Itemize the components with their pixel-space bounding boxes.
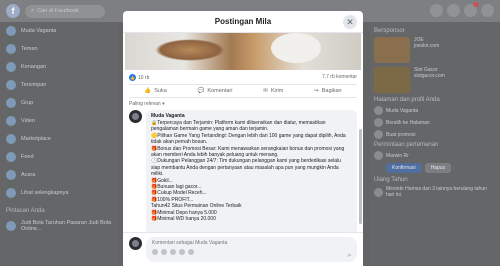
composer-icons xyxy=(152,249,351,255)
comment-bubble: Muda Vaganta 🔒Terpercaya dan Terjamin: P… xyxy=(146,110,357,251)
marketplace-icon xyxy=(6,134,16,144)
comment-line: 🎁Minimal WD hanya 20.000 xyxy=(151,216,216,223)
search-placeholder: Cari di Facebook xyxy=(37,8,79,14)
search-bar[interactable]: ⌕ Cari di Facebook xyxy=(25,4,105,18)
share-icon: ↪ xyxy=(314,88,319,94)
groups-icon xyxy=(6,98,16,108)
menu-grid-icon[interactable] xyxy=(430,4,443,17)
modal-scrollbar[interactable] xyxy=(359,129,362,224)
send-comment-icon[interactable]: ➤ xyxy=(347,252,352,259)
sidebar-item-events[interactable]: Acara xyxy=(0,166,118,184)
comment-input-box[interactable] xyxy=(146,237,357,262)
avatar[interactable] xyxy=(374,151,383,160)
video-icon xyxy=(6,116,16,126)
sidebar-item-memories[interactable]: Kenangan xyxy=(0,58,118,76)
thumbs-up-icon: 👍 xyxy=(144,88,152,94)
messenger-icon[interactable] xyxy=(447,4,460,17)
promote-link[interactable]: Buat promosi xyxy=(374,130,496,139)
shortcut-item[interactable]: Judi Bola Taruhan Pasaran Judi Bola Onli… xyxy=(0,217,118,235)
comments-count[interactable]: 7,7 rb komentar xyxy=(322,74,357,80)
sidebar-item-profile[interactable]: Muda Vaganta xyxy=(0,22,118,40)
left-sidebar: Muda Vaganta Teman Kenangan Tersimpan Gr… xyxy=(0,22,118,266)
messenger-icon: ✉ xyxy=(263,88,268,94)
birthday-item[interactable]: Mesride Hamsa dan 3 lainnya berulang tah… xyxy=(374,186,496,198)
comment-sort-dropdown[interactable]: Paling relevan ▾ xyxy=(123,98,363,110)
birthday-heading: Ulang Tahun xyxy=(374,177,408,183)
post-image[interactable] xyxy=(125,33,361,70)
search-icon: ⌕ xyxy=(31,7,35,14)
post-stats: 👍 10 rb 7,7 rb komentar xyxy=(123,70,363,84)
delete-button[interactable]: Hapus xyxy=(424,163,452,173)
gif-icon[interactable] xyxy=(179,249,185,255)
switch-page-link[interactable]: Beralih ke Halaman xyxy=(374,118,496,127)
sidebar-item-friends[interactable]: Teman xyxy=(0,40,118,58)
share-button[interactable]: ↪ Bagikan xyxy=(314,88,342,94)
ad-thumbnail xyxy=(374,67,410,93)
friend-request: Marwin Rr xyxy=(374,151,496,160)
comment-line: 🕐Dukungan Pelanggan 24/7: Tim dukungan p… xyxy=(151,158,341,165)
confirm-button[interactable]: Konfirmasi xyxy=(386,163,422,173)
right-sidebar: Bersponsor JOE joeslot.com Slot Gacor sl… xyxy=(370,22,500,266)
comment-line: siap membantu Anda dengan pertanyaan ata… xyxy=(151,164,339,171)
camera-icon[interactable] xyxy=(170,249,176,255)
memories-icon xyxy=(6,62,16,72)
gift-icon xyxy=(374,187,383,197)
comment-composer: ➤ xyxy=(123,232,363,266)
sponsored-heading: Bersponsor xyxy=(374,28,405,34)
group-avatar-icon xyxy=(6,221,16,231)
ad-thumbnail xyxy=(374,37,410,63)
like-icon: 👍 xyxy=(129,73,136,81)
comment-author[interactable]: Muda Vaganta xyxy=(151,113,352,119)
comment-button[interactable]: 💬 Komentari xyxy=(198,88,233,94)
feed-icon xyxy=(6,152,16,162)
send-button[interactable]: ✉ Kirim xyxy=(263,88,283,94)
post-modal: Postingan Mila ✕ 👍 10 rb 7,7 rb komentar … xyxy=(123,11,363,266)
ad-item[interactable]: JOE joeslot.com xyxy=(374,37,496,63)
page-avatar xyxy=(374,106,383,115)
page-item[interactable]: Muda Vaganta xyxy=(374,106,496,115)
shortcuts-heading: Pintasan Anda xyxy=(6,208,45,214)
notifications-icon[interactable] xyxy=(464,2,479,17)
modal-header: Postingan Mila ✕ xyxy=(123,11,363,33)
comment-icon: 💬 xyxy=(197,88,205,94)
avatar xyxy=(129,237,142,250)
sidebar-item-marketplace[interactable]: Marketplace xyxy=(0,130,118,148)
switch-icon xyxy=(374,118,383,127)
events-icon xyxy=(6,170,16,180)
top-right-icons xyxy=(430,2,494,17)
sidebar-item-see-more[interactable]: Lihat selengkapnya xyxy=(0,184,118,202)
post-actions: 👍 Suka 💬 Komentari ✉ Kirim ↪ Bagikan xyxy=(129,84,357,98)
chevron-down-icon xyxy=(6,188,16,198)
megaphone-icon xyxy=(374,130,383,139)
facebook-logo-icon[interactable]: f xyxy=(6,4,20,18)
comment: Muda Vaganta 🔒Terpercaya dan Terjamin: P… xyxy=(123,110,363,251)
ad-item[interactable]: Slot Gacor slotgacor.com xyxy=(374,67,496,93)
comment-input[interactable] xyxy=(152,240,351,246)
friends-icon xyxy=(6,44,16,54)
avatar-sticker-icon[interactable] xyxy=(152,249,158,255)
pages-heading: Halaman dan profil Anda xyxy=(374,97,440,103)
account-avatar[interactable] xyxy=(481,4,494,17)
requests-heading: Permintaan pertemanan xyxy=(374,142,439,148)
sidebar-item-feed[interactable]: Feed xyxy=(0,148,118,166)
sidebar-item-saved[interactable]: Tersimpan xyxy=(0,76,118,94)
avatar[interactable] xyxy=(129,110,142,123)
modal-title: Postingan Mila xyxy=(214,17,272,26)
sidebar-item-video[interactable]: Video xyxy=(0,112,118,130)
emoji-icon[interactable] xyxy=(161,249,167,255)
sidebar-item-groups[interactable]: Grup xyxy=(0,94,118,112)
sticker-icon[interactable] xyxy=(188,249,194,255)
reactions[interactable]: 👍 10 rb xyxy=(129,73,149,81)
like-button[interactable]: 👍 Suka xyxy=(144,88,166,94)
profile-icon xyxy=(6,26,16,36)
saved-icon xyxy=(6,80,16,90)
close-icon[interactable]: ✕ xyxy=(343,15,357,29)
